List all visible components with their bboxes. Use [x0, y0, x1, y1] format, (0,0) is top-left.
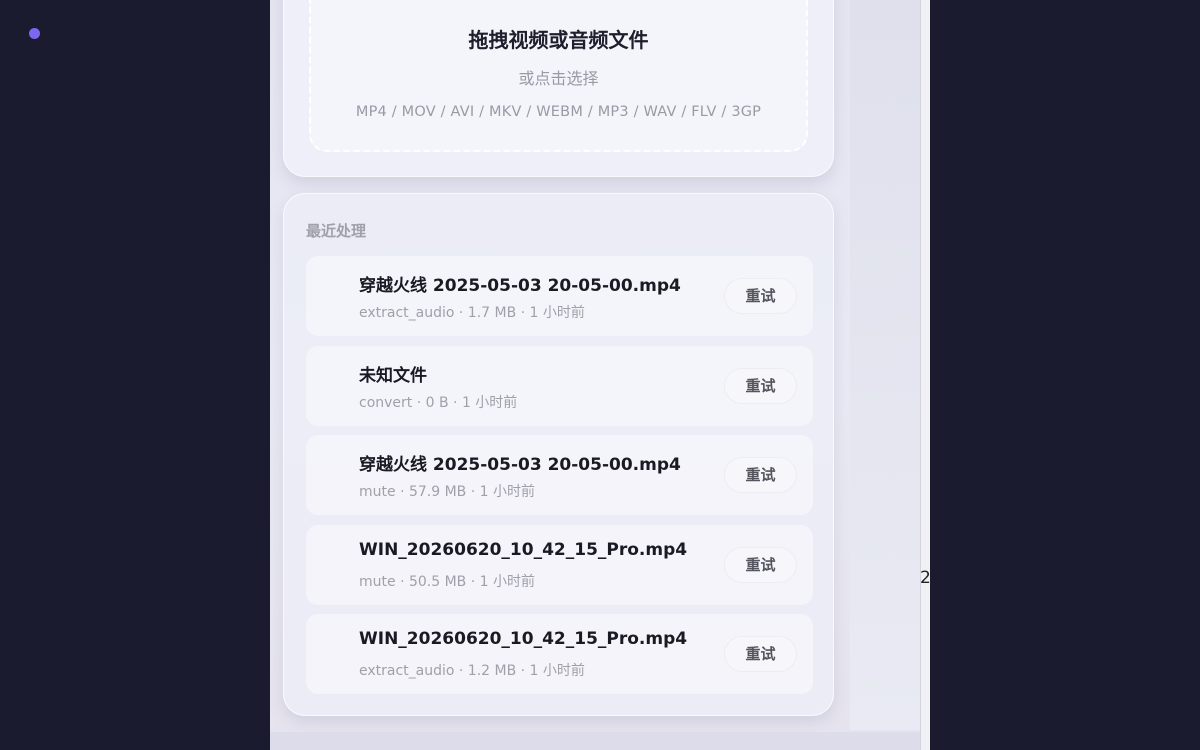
list-item: WIN_20260620_10_42_15_Pro.mp4 mute · 50.…	[306, 524, 813, 605]
file-name: 穿越火线 2025-05-03 20-05-00.mp4	[359, 276, 681, 296]
status-dot	[29, 28, 40, 39]
retry-button[interactable]: 重试	[724, 636, 797, 672]
recent-title: 最近处理	[306, 222, 367, 240]
upload-card: 拖拽视频或音频文件 或点击选择 MP4 / MOV / AVI / MKV / …	[283, 0, 834, 177]
file-meta: extract_audio · 1.2 MB · 1 小时前	[359, 663, 585, 679]
bottom-strip	[270, 732, 920, 750]
retry-button[interactable]: 重试	[724, 367, 797, 404]
file-name: WIN_20260620_10_42_15_Pro.mp4	[359, 539, 688, 560]
dropzone-subtitle[interactable]: 或点击选择	[311, 65, 806, 89]
list-item: 未知文件 convert · 0 B · 1 小时前 重试	[306, 345, 813, 426]
list-item: WIN_20260620_10_42_15_Pro.mp4 extract_au…	[306, 614, 813, 694]
file-name: 穿越火线 2025-05-03 20-05-00.mp4	[359, 455, 681, 475]
file-meta: mute · 57.9 MB · 1 小时前	[359, 484, 535, 500]
window-edge	[920, 0, 930, 750]
file-dropzone[interactable]: 拖拽视频或音频文件 或点击选择 MP4 / MOV / AVI / MKV / …	[309, 0, 808, 152]
retry-button[interactable]: 重试	[724, 278, 797, 314]
app-window: 拖拽视频或音频文件 或点击选择 MP4 / MOV / AVI / MKV / …	[270, 0, 930, 750]
dropzone-title: 拖拽视频或音频文件	[468, 28, 649, 52]
offscreen-text: 2	[920, 568, 931, 588]
file-meta: mute · 50.5 MB · 1 小时前	[359, 573, 535, 590]
retry-button[interactable]: 重试	[724, 546, 797, 583]
file-meta: extract_audio · 1.7 MB · 1 小时前	[359, 305, 585, 321]
list-item: 穿越火线 2025-05-03 20-05-00.mp4 mute · 57.9…	[306, 435, 813, 515]
supported-formats: MP4 / MOV / AVI / MKV / WEBM / MP3 / WAV…	[355, 104, 762, 120]
file-name: WIN_20260620_10_42_15_Pro.mp4	[359, 629, 688, 649]
recent-list: 穿越火线 2025-05-03 20-05-00.mp4 extract_aud…	[306, 256, 813, 704]
file-name: 未知文件	[359, 365, 427, 386]
recent-card: 最近处理 穿越火线 2025-05-03 20-05-00.mp4 extrac…	[283, 193, 834, 716]
list-item: 穿越火线 2025-05-03 20-05-00.mp4 extract_aud…	[306, 256, 813, 336]
retry-button[interactable]: 重试	[724, 457, 797, 493]
file-meta: convert · 0 B · 1 小时前	[359, 394, 518, 411]
right-rail	[850, 0, 920, 730]
